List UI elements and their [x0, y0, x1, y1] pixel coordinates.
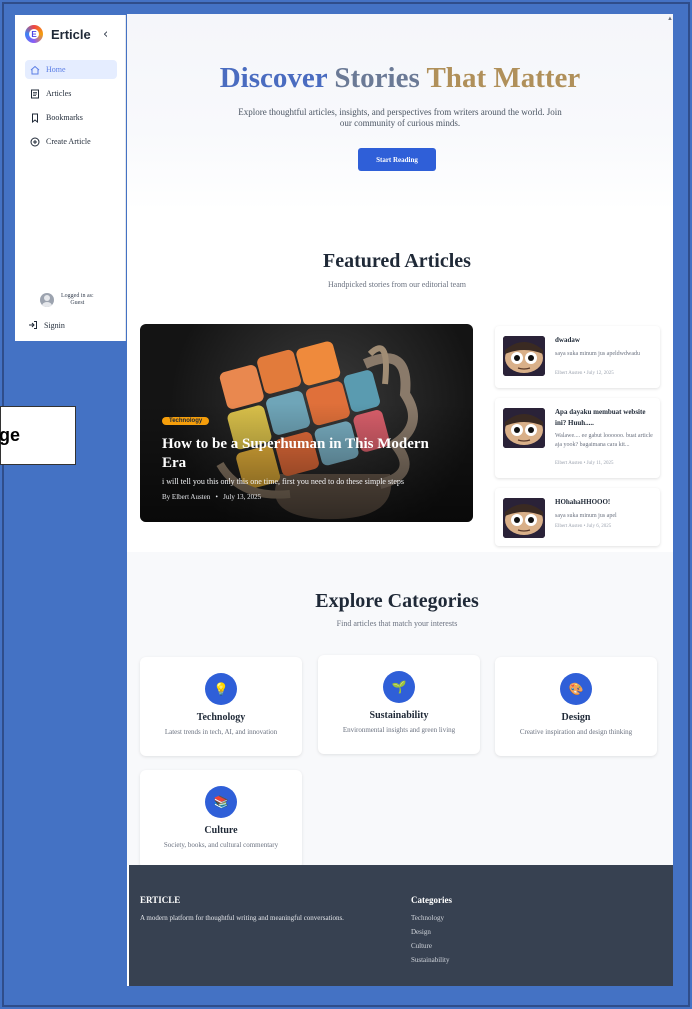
sidebar-item-articles[interactable]: Articles: [25, 84, 117, 103]
palette-icon: 🎨: [560, 673, 592, 705]
sidebar-item-home[interactable]: Home: [25, 60, 117, 79]
sidebar-item-label: Home: [46, 65, 66, 74]
side-article-card[interactable]: HOhahaHHOOO! saya suka minum jus apel El…: [495, 488, 660, 546]
footer-tagline: A modern platform for thoughtful writing…: [140, 914, 344, 922]
sidebar: E Erticle ‹ Home Articles Bookmarks Crea…: [15, 15, 126, 341]
footer-link-design[interactable]: Design: [411, 928, 450, 942]
sidebar-item-bookmarks[interactable]: Bookmarks: [25, 108, 117, 127]
footer-links: Technology Design Culture Sustainability: [411, 914, 450, 970]
side-article-card[interactable]: Apa dayaku membuat website ini? Huuh....…: [495, 398, 660, 478]
hero-subtitle: Explore thoughtful articles, insights, a…: [238, 107, 562, 128]
footer: ERTICLE A modern platform for thoughtful…: [129, 865, 673, 986]
user-text: Logged in as: Guest: [61, 293, 94, 306]
sidebar-nav: Home Articles Bookmarks Create Article: [25, 60, 117, 156]
user-status: Logged in as: Guest: [40, 293, 94, 307]
hero-title: Discover Stories That Matter: [219, 62, 581, 94]
avatar: [40, 293, 54, 307]
footer-brand: ERTICLE: [140, 895, 181, 905]
article-thumbnail: [503, 408, 545, 448]
side-article-title: dwadaw: [555, 336, 580, 344]
featured-title: Featured Articles: [323, 250, 471, 272]
category-name: Culture: [204, 825, 238, 836]
featured-article-card[interactable]: Technology How to be a Superhuman in Thi…: [140, 324, 473, 522]
featured-article-desc: i will tell you this only this one time,…: [162, 477, 404, 486]
home-icon: [30, 65, 40, 75]
category-card-technology[interactable]: 💡 Technology Latest trends in tech, AI, …: [140, 657, 302, 756]
article-thumbnail: [503, 336, 545, 376]
side-article-meta: Elbert Austen • July 6, 2025: [555, 524, 612, 529]
main-content: ▲ Discover Stories That Matter Explore t…: [127, 14, 673, 986]
footer-categories-title: Categories: [411, 895, 452, 905]
signin-link[interactable]: Signin: [28, 320, 65, 330]
category-card-sustainability[interactable]: 🌱 Sustainability Environmental insights …: [318, 655, 480, 754]
featured-subtitle: Handpicked stories from our editorial te…: [328, 280, 466, 289]
footer-link-culture[interactable]: Culture: [411, 942, 450, 956]
category-card-design[interactable]: 🎨 Design Creative inspiration and design…: [495, 657, 657, 756]
category-desc: Latest trends in tech, AI, and innovatio…: [164, 728, 278, 736]
start-reading-button[interactable]: Start Reading: [358, 148, 436, 171]
category-name: Technology: [196, 712, 246, 723]
brand-logo-icon: E: [25, 25, 43, 43]
seedling-icon: 🌱: [383, 671, 415, 703]
side-article-meta: Elbert Austen • July 12, 2025: [555, 371, 614, 376]
featured-article-meta: By Elbert Austen • July 13, 2025: [162, 493, 262, 501]
category-desc: Creative inspiration and design thinking: [519, 728, 633, 736]
side-article-meta: Elbert Austen • July 11, 2025: [555, 461, 614, 466]
bookmark-icon: [30, 113, 40, 123]
brand[interactable]: E Erticle: [25, 25, 91, 43]
sidebar-item-label: Create Article: [46, 137, 91, 146]
footer-link-sustainability[interactable]: Sustainability: [411, 956, 450, 970]
category-desc: Society, books, and cultural commentary: [163, 841, 279, 849]
side-article-title: Apa dayaku membuat website ini? Huuh....…: [555, 408, 646, 427]
annotation-callout: ge: [0, 406, 76, 465]
category-name: Design: [561, 712, 591, 723]
scroll-up-arrow-icon[interactable]: ▲: [667, 16, 673, 22]
footer-link-technology[interactable]: Technology: [411, 914, 450, 928]
categories-title: Explore Categories: [315, 590, 479, 612]
lightbulb-icon: 💡: [205, 673, 237, 705]
sidebar-item-create-article[interactable]: Create Article: [25, 132, 117, 151]
side-article-desc: Walawe.... ee gabut loooooo. buat articl…: [555, 433, 653, 448]
categories-section: Explore Categories Find articles that ma…: [127, 552, 673, 869]
sidebar-item-label: Articles: [46, 89, 72, 98]
category-badge[interactable]: Technology: [162, 417, 210, 425]
side-article-card[interactable]: dwadaw saya suka minum jus apeldwdwadu E…: [495, 326, 660, 388]
sidebar-item-label: Bookmarks: [46, 113, 83, 122]
side-article-title: HOhahaHHOOO!: [555, 498, 611, 506]
featured-article-title: How to be a Superhuman in This Modern Er…: [162, 436, 429, 471]
books-icon: 📚: [205, 786, 237, 818]
chevron-left-icon[interactable]: ‹: [103, 27, 108, 42]
categories-subtitle: Find articles that match your interests: [336, 619, 458, 628]
document-icon: [30, 89, 40, 99]
brand-name: Erticle: [51, 26, 91, 42]
category-desc: Environmental insights and green living: [342, 726, 456, 734]
category-card-culture[interactable]: 📚 Culture Society, books, and cultural c…: [140, 770, 302, 869]
side-article-desc: saya suka minum jus apel: [555, 513, 617, 519]
signin-icon: [29, 321, 37, 329]
category-name: Sustainability: [369, 710, 429, 721]
article-thumbnail: [503, 498, 545, 538]
hero-section: ▲ Discover Stories That Matter Explore t…: [127, 14, 673, 210]
side-article-desc: saya suka minum jus apeldwdwadu: [555, 351, 640, 357]
plus-circle-icon: [30, 137, 40, 147]
